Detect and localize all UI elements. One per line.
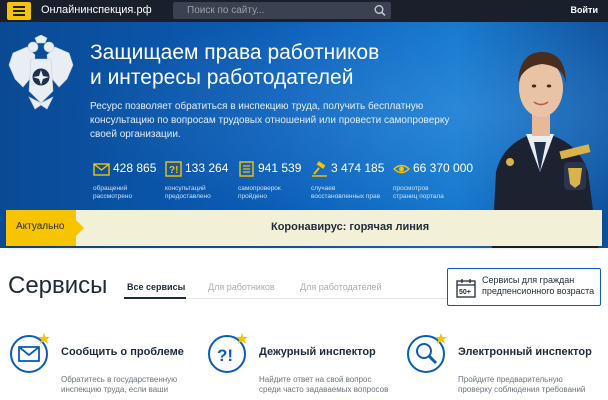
alert-tag: Актуально [6, 210, 84, 246]
question-icon: ?! [208, 333, 248, 373]
service-card-description: Пройдите предварительную проверку соблюде… [458, 375, 586, 394]
stat-label: самопроверок пройдено [238, 185, 281, 200]
coat-of-arms-icon [8, 35, 74, 110]
svg-text:?!: ?! [217, 346, 233, 365]
search-input[interactable] [173, 2, 368, 19]
stat-label: консультаций предоставлено [165, 185, 211, 200]
stat-value: 3 474 185 [331, 161, 385, 175]
hero-description: Ресурс позволяет обратиться в инспекцию … [90, 101, 450, 140]
stat-value: 66 370 000 [413, 161, 474, 175]
site-name-link[interactable]: Онлайнинспекция.рф [41, 4, 152, 16]
service-card-description: Найдите ответ на свой вопрос среди часто … [259, 375, 389, 394]
svg-text:50+: 50+ [459, 289, 471, 296]
hero-title: Защищаем права работников и интересы раб… [90, 40, 470, 90]
search-box [173, 2, 391, 19]
top-bar: Онлайнинспекция.рф Войти [0, 0, 608, 22]
stats-row: 428 865 обращений рассмотрено ?! 133 264 … [93, 159, 483, 209]
hero-title-line-2: и интересы работодателей [90, 66, 354, 89]
service-card-report-problem[interactable]: Сообщить о проблеме Обратитесь в государ… [9, 332, 199, 400]
question-icon: ?! [165, 161, 182, 177]
envelope-icon [93, 163, 110, 176]
eye-icon [393, 164, 410, 174]
services-title: Сервисы [8, 272, 108, 299]
stat-value: 428 865 [113, 161, 157, 175]
tab-all-services[interactable]: Все сервисы [127, 282, 185, 292]
calendar-50plus-icon: 50+ [456, 279, 476, 298]
service-card-title[interactable]: Сообщить о проблеме [61, 346, 184, 358]
stat-label: просмотров страниц портала [393, 185, 444, 200]
pension-services-label: Сервисы для граждан предпенсионного возр… [482, 275, 595, 296]
gavel-icon [312, 161, 327, 177]
menu-icon[interactable] [7, 2, 31, 20]
alert-link[interactable]: Коронавирус: горячая линия [271, 221, 429, 233]
tab-for-employers[interactable]: Для работодателей [300, 282, 382, 292]
magnifier-icon [407, 333, 447, 373]
envelope-icon [10, 333, 50, 373]
hero-title-line-1: Защищаем права работников [90, 41, 380, 64]
svg-text:?!: ?! [169, 165, 178, 176]
tab-active-indicator [124, 297, 186, 299]
service-card-electronic-inspector[interactable]: Электронный инспектор Пройдите предварит… [406, 332, 606, 400]
alert-bar[interactable]: Актуально Коронавирус: горячая линия [6, 210, 602, 246]
search-icon[interactable] [373, 4, 387, 17]
stat-value: 941 539 [258, 161, 302, 175]
alert-tag-label: Актуально [16, 221, 65, 232]
service-card-title[interactable]: Дежурный инспектор [259, 346, 376, 358]
service-card-description: Обратитесь в государственную инспекцию тр… [61, 375, 178, 394]
stat-value: 133 264 [185, 161, 229, 175]
service-card-title[interactable]: Электронный инспектор [458, 346, 592, 358]
checklist-icon [239, 161, 254, 177]
service-card-duty-inspector[interactable]: ?! Дежурный инспектор Найдите ответ на с… [207, 332, 397, 400]
pension-services-button[interactable]: 50+ Сервисы для граждан предпенсионного … [447, 268, 601, 306]
stat-label: случаев восстановленных прав [311, 185, 381, 200]
login-button[interactable]: Войти [571, 5, 598, 15]
stat-label: обращений рассмотрено [93, 185, 133, 200]
tab-for-workers[interactable]: Для работников [208, 282, 275, 292]
